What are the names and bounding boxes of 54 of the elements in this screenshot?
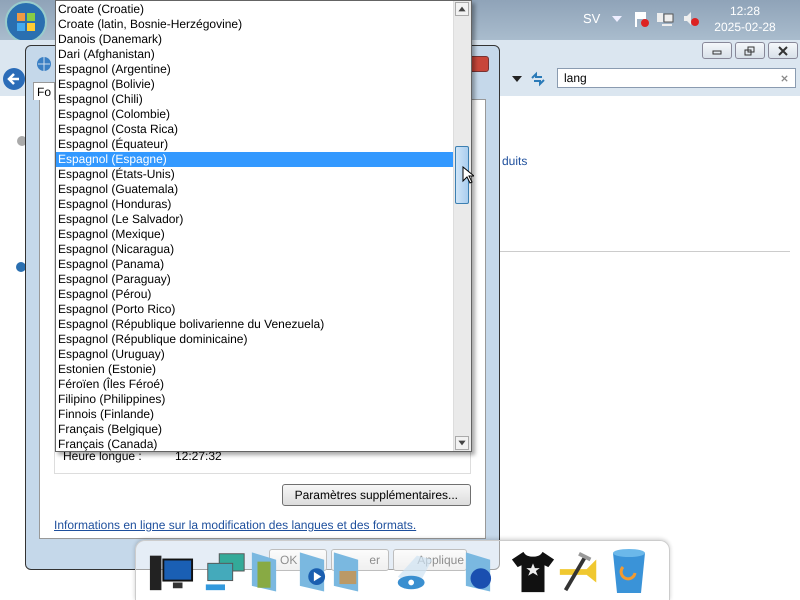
list-item[interactable]: Espagnol (Uruguay) <box>56 347 453 362</box>
list-item[interactable]: Espagnol (Costa Rica) <box>56 122 453 137</box>
additional-settings-button[interactable]: Paramètres supplémentaires... <box>282 484 471 506</box>
search-field[interactable]: lang <box>557 68 796 88</box>
restore-button[interactable] <box>735 42 765 59</box>
list-item[interactable]: Espagnol (Bolivie) <box>56 77 453 92</box>
clear-icon[interactable] <box>780 74 789 82</box>
refresh-icon[interactable] <box>529 70 547 88</box>
list-item[interactable]: Espagnol (Honduras) <box>56 197 453 212</box>
list-item[interactable]: Espagnol (Nicaragua) <box>56 242 453 257</box>
help-link[interactable]: Informations en ligne sur la modification des langues et des formats. <box>54 518 471 532</box>
list-item[interactable]: Espagnol (Panama) <box>56 257 453 272</box>
list-item[interactable]: Espagnol (Pérou) <box>56 287 453 302</box>
caret-icon[interactable] <box>512 76 522 82</box>
scrollbar-thumb[interactable] <box>455 146 469 204</box>
list-item[interactable]: Français (Belgique) <box>56 422 453 437</box>
list-item[interactable]: Espagnol (République dominicaine) <box>56 332 453 347</box>
formats-tab[interactable]: Fo <box>33 82 56 100</box>
clock-date: 2025-02-28 <box>714 19 776 35</box>
clock-time: 12:28 <box>730 3 760 19</box>
close-button[interactable] <box>768 42 798 59</box>
list-item[interactable]: Espagnol (Équateur) <box>56 137 453 152</box>
list-item[interactable]: Filipino (Philippines) <box>56 392 453 407</box>
back-icon[interactable] <box>2 67 26 91</box>
list-item[interactable]: Espagnol (Mexique) <box>56 227 453 242</box>
restore-icon <box>744 46 756 56</box>
scrollbar[interactable] <box>453 1 471 451</box>
list-item[interactable]: Danois (Danemark) <box>56 32 453 47</box>
close-icon <box>777 46 789 56</box>
long-time-label: Heure longue : <box>63 449 142 463</box>
flag-icon[interactable] <box>633 10 651 28</box>
list-item[interactable]: Croate (latin, Bosnie-Herzégovine) <box>56 17 453 32</box>
list-item[interactable]: Dari (Afghanistan) <box>56 47 453 62</box>
minimize-button[interactable] <box>702 42 732 59</box>
list-item[interactable]: Espagnol (Argentine) <box>56 62 453 77</box>
list-item[interactable]: Espagnol (Colombie) <box>56 107 453 122</box>
speaker-muted-icon[interactable] <box>682 10 700 28</box>
link-fragment[interactable]: duits <box>502 154 528 168</box>
list-item[interactable]: Espagnol (Le Salvador) <box>56 212 453 227</box>
list-item[interactable]: Espagnol (Chili) <box>56 92 453 107</box>
long-time-value: 12:27:32 <box>175 449 222 463</box>
list-item[interactable]: Estonien (Estonie) <box>56 362 453 377</box>
list-item[interactable]: Croate (Croatie) <box>56 2 453 17</box>
list-item[interactable]: Espagnol (Paraguay) <box>56 272 453 287</box>
list-item[interactable]: Espagnol (États-Unis) <box>56 167 453 182</box>
scroll-up-icon[interactable] <box>455 2 469 16</box>
list-item[interactable]: Espagnol (République bolivarienne du Venezuela) <box>56 317 453 332</box>
list-item[interactable]: Féroïen (Îles Féroé) <box>56 377 453 392</box>
network-icon[interactable] <box>656 10 674 28</box>
list-item[interactable]: Finnois (Finlande) <box>56 407 453 422</box>
list-item[interactable]: Français (Canada) <box>56 437 453 452</box>
list-item[interactable]: Espagnol (Guatemala) <box>56 182 453 197</box>
scroll-down-icon[interactable] <box>455 436 469 450</box>
list-item[interactable]: Espagnol (Porto Rico) <box>56 302 453 317</box>
